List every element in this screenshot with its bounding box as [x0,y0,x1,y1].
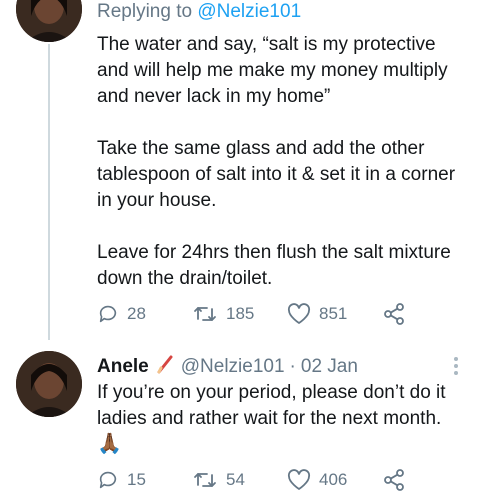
replying-prefix: Replying to [97,1,198,22]
retweet-icon [194,473,216,487]
user-handle[interactable]: @Nelzie101 [181,356,285,378]
retweet-count: 54 [226,470,245,489]
tweet-text: The water and say, “salt is my protectiv… [97,34,456,289]
tweet-header: Anele @Nelzie101 · 02 Jan [97,354,358,380]
tweet-2[interactable]: Anele @Nelzie101 · 02 Jan If you’re on y… [0,340,480,500]
user-avatar[interactable] [16,0,82,42]
more-options-icon [454,357,458,375]
like-count: 406 [319,470,348,489]
tweet-1[interactable]: Replying to @Nelzie101 The water and say… [0,0,480,340]
retweet-button[interactable]: 185 [192,299,287,329]
replying-to: Replying to @Nelzie101 [97,1,301,23]
heart-icon [287,303,311,324]
separator-dot: · [289,356,296,377]
share-icon [384,303,404,325]
like-count: 851 [319,304,348,323]
like-button[interactable]: 851 [287,299,382,329]
display-name[interactable]: Anele [97,356,149,378]
retweet-count: 185 [226,304,255,323]
praying-hands-emoji: 🙏🏾 [97,433,122,455]
thread-connector-line [48,44,50,340]
like-button[interactable]: 406 [287,465,382,495]
more-options-button[interactable] [451,354,461,378]
tweet-text: If you’re on your period, please don’t d… [97,382,446,429]
share-button[interactable] [382,299,406,329]
share-button[interactable] [382,465,406,495]
replying-handle-link[interactable]: @Nelzie101 [197,1,301,22]
reply-icon [99,471,117,489]
share-icon [384,469,404,491]
retweet-button[interactable]: 54 [192,465,287,495]
user-avatar[interactable] [16,351,82,417]
reply-count: 28 [127,304,146,323]
reply-icon [99,305,117,323]
reply-button[interactable]: 15 [97,465,192,495]
heart-icon [287,469,311,490]
pencil-icon [155,354,175,380]
reply-count: 15 [127,470,146,489]
retweet-icon [194,307,216,321]
tweet-actions: 28 185 851 [97,299,427,329]
tweet-date[interactable]: 02 Jan [301,356,358,378]
tweet-actions: 15 54 406 [97,465,427,495]
reply-button[interactable]: 28 [97,299,192,329]
